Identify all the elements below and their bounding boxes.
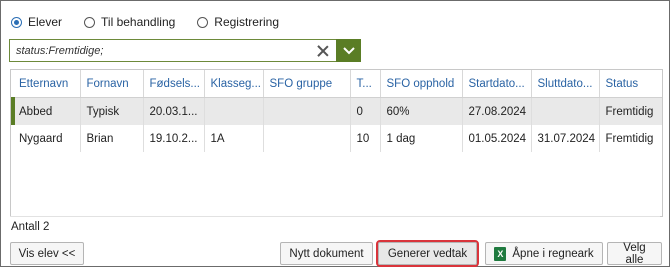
chevron-down-icon xyxy=(342,46,355,54)
column-header[interactable]: Sluttdato... xyxy=(531,70,600,98)
filter-field xyxy=(9,39,336,62)
table-cell xyxy=(531,97,600,125)
table-cell: Fremtidig xyxy=(599,97,662,125)
table-cell: 31.07.2024 xyxy=(531,125,600,152)
table-cell: 60% xyxy=(380,97,463,125)
filter-bar xyxy=(9,39,361,62)
table-row[interactable]: Nygaard Brian 19.10.2... 1A 10 1 dag 01.05.202… xyxy=(13,125,662,152)
filter-input[interactable] xyxy=(16,44,312,57)
radio-dot[interactable] xyxy=(197,16,209,28)
radio-label: Elever xyxy=(28,15,63,29)
close-icon[interactable] xyxy=(316,44,330,58)
table-cell: 01.05.2024 xyxy=(462,125,532,152)
table-cell: 20.03.1... xyxy=(143,97,205,125)
column-header[interactable]: SFO gruppe xyxy=(263,70,351,98)
radio-dot[interactable] xyxy=(84,16,96,28)
radio-label: Til behandling xyxy=(101,15,176,29)
table-cell: Brian xyxy=(80,125,144,152)
excel-icon: X xyxy=(494,246,507,261)
students-table: Etternavn Fornavn Fødsels... Klasseg... SFO … xyxy=(10,69,663,217)
table-cell: Abbed xyxy=(11,97,81,125)
apne-regneark-button[interactable]: X Åpne i regneark xyxy=(485,242,603,265)
generer-vedtak-button[interactable]: Generer vedtak xyxy=(376,240,479,267)
column-header[interactable]: Fornavn xyxy=(80,70,144,98)
table-cell: 19.10.2... xyxy=(143,125,205,152)
table-cell: 1A xyxy=(204,125,264,152)
table-cell: 1 dag xyxy=(380,125,463,152)
table-cell: Typisk xyxy=(80,97,144,125)
nytt-dokument-button[interactable]: Nytt dokument xyxy=(280,242,373,265)
table-cell: Fremtidig xyxy=(605,132,654,145)
table-cell: 27.08.2024 xyxy=(462,97,532,125)
column-header[interactable]: T... xyxy=(350,70,381,98)
column-header[interactable]: Startdato... xyxy=(462,70,532,98)
apne-regneark-label: Åpne i regneark xyxy=(512,247,594,260)
table-cell xyxy=(263,125,351,152)
column-header[interactable]: Status xyxy=(599,70,662,98)
table-cell: Nygaard xyxy=(13,125,81,152)
column-header[interactable]: Klasseg... xyxy=(204,70,264,98)
view-radio-group: Elever Til behandling Registrering xyxy=(11,13,301,31)
radio-elever[interactable]: Elever xyxy=(11,15,62,29)
radio-label: Registrering xyxy=(214,15,279,29)
table-cell xyxy=(204,97,264,125)
row-count: Antall 2 xyxy=(11,221,50,233)
column-header[interactable]: Etternavn xyxy=(13,70,81,98)
table-cell xyxy=(263,97,351,125)
velg-alle-button[interactable]: Velg alle xyxy=(607,242,662,266)
vis-elev-button[interactable]: Vis elev << xyxy=(10,242,84,265)
table-cell: 10 xyxy=(350,125,381,152)
filter-dropdown-button[interactable] xyxy=(336,39,361,62)
divider xyxy=(10,216,660,217)
radio-til-behandling[interactable]: Til behandling xyxy=(84,15,175,29)
table-row[interactable]: Abbed Typisk 20.03.1... 0 60% 27.08.2024 Fremt… xyxy=(11,97,662,125)
radio-dot[interactable] xyxy=(11,16,22,28)
column-header[interactable]: SFO opphold xyxy=(380,70,463,98)
table-header-row: Etternavn Fornavn Fødsels... Klasseg... SFO … xyxy=(13,70,662,98)
table-cell: 0 xyxy=(350,97,381,125)
window-frame: Elever Til behandling Registrering statu… xyxy=(0,0,670,267)
radio-registrering[interactable]: Registrering xyxy=(197,15,279,29)
column-header[interactable]: Fødsels... xyxy=(143,70,205,98)
